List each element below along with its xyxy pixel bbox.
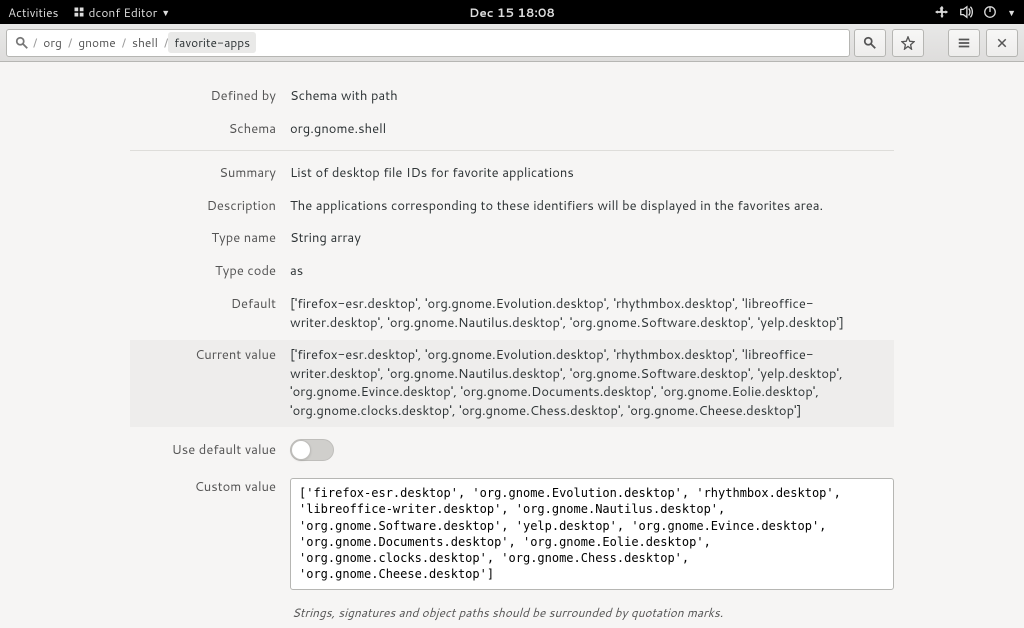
summary-label: Summary [130,164,290,183]
gnome-topbar: Activities dconf Editor ▼ Dec 15 18:08 ▼ [0,0,1024,24]
divider [130,150,894,151]
type-code-value: as [290,262,894,281]
custom-value-textarea[interactable] [290,478,894,590]
type-code-label: Type code [130,262,290,281]
path-segment-shell[interactable]: shell [126,32,164,53]
description-label: Description [130,197,290,216]
use-default-label: Use default value [130,441,290,460]
description-value: The applications corresponding to these … [290,197,894,216]
summary-value: List of desktop file IDs for favorite ap… [290,164,894,183]
type-name-value: String array [290,229,894,248]
custom-value-hint: Strings, signatures and object paths sho… [292,604,894,621]
close-button[interactable] [986,29,1018,57]
bookmark-button[interactable] [892,29,924,57]
search-button[interactable] [854,29,886,57]
hamburger-icon [957,36,971,50]
network-icon[interactable] [935,5,949,19]
key-detail-view: Defined by Schema with path Schema org.g… [0,62,1024,628]
activities-button[interactable]: Activities [8,4,59,21]
use-default-switch[interactable] [290,439,334,461]
search-icon[interactable] [11,36,33,50]
power-icon[interactable] [983,5,997,19]
chevron-down-icon: ▼ [161,6,170,19]
schema-value: org.gnome.shell [290,120,894,139]
default-value: ['firefox-esr.desktop', 'org.gnome.Evolu… [290,295,894,333]
path-segment-org[interactable]: org [37,32,68,53]
menu-button[interactable] [948,29,980,57]
search-icon [863,36,877,50]
app-menu-label: dconf Editor [89,4,158,21]
switch-knob [291,440,311,460]
defined-by-value: Schema with path [290,87,894,106]
dconf-icon [73,6,85,18]
star-icon [901,36,915,50]
app-menu[interactable]: dconf Editor ▼ [73,4,171,21]
current-value: ['firefox-esr.desktop', 'org.gnome.Evolu… [290,346,894,421]
path-segment-gnome[interactable]: gnome [72,32,122,53]
path-bar[interactable]: / org / gnome / shell / favorite-apps [6,29,850,57]
header-bar: / org / gnome / shell / favorite-apps [0,24,1024,62]
defined-by-label: Defined by [130,87,290,106]
volume-icon[interactable] [959,5,973,19]
default-label: Default [130,295,290,333]
custom-value-label: Custom value [130,478,290,621]
close-icon [996,37,1008,49]
current-value-label: Current value [130,346,290,421]
path-segment-favorite-apps[interactable]: favorite-apps [168,32,256,53]
schema-label: Schema [130,120,290,139]
clock[interactable]: Dec 15 18:08 [469,4,555,21]
chevron-down-icon[interactable]: ▼ [1007,6,1016,19]
type-name-label: Type name [130,229,290,248]
